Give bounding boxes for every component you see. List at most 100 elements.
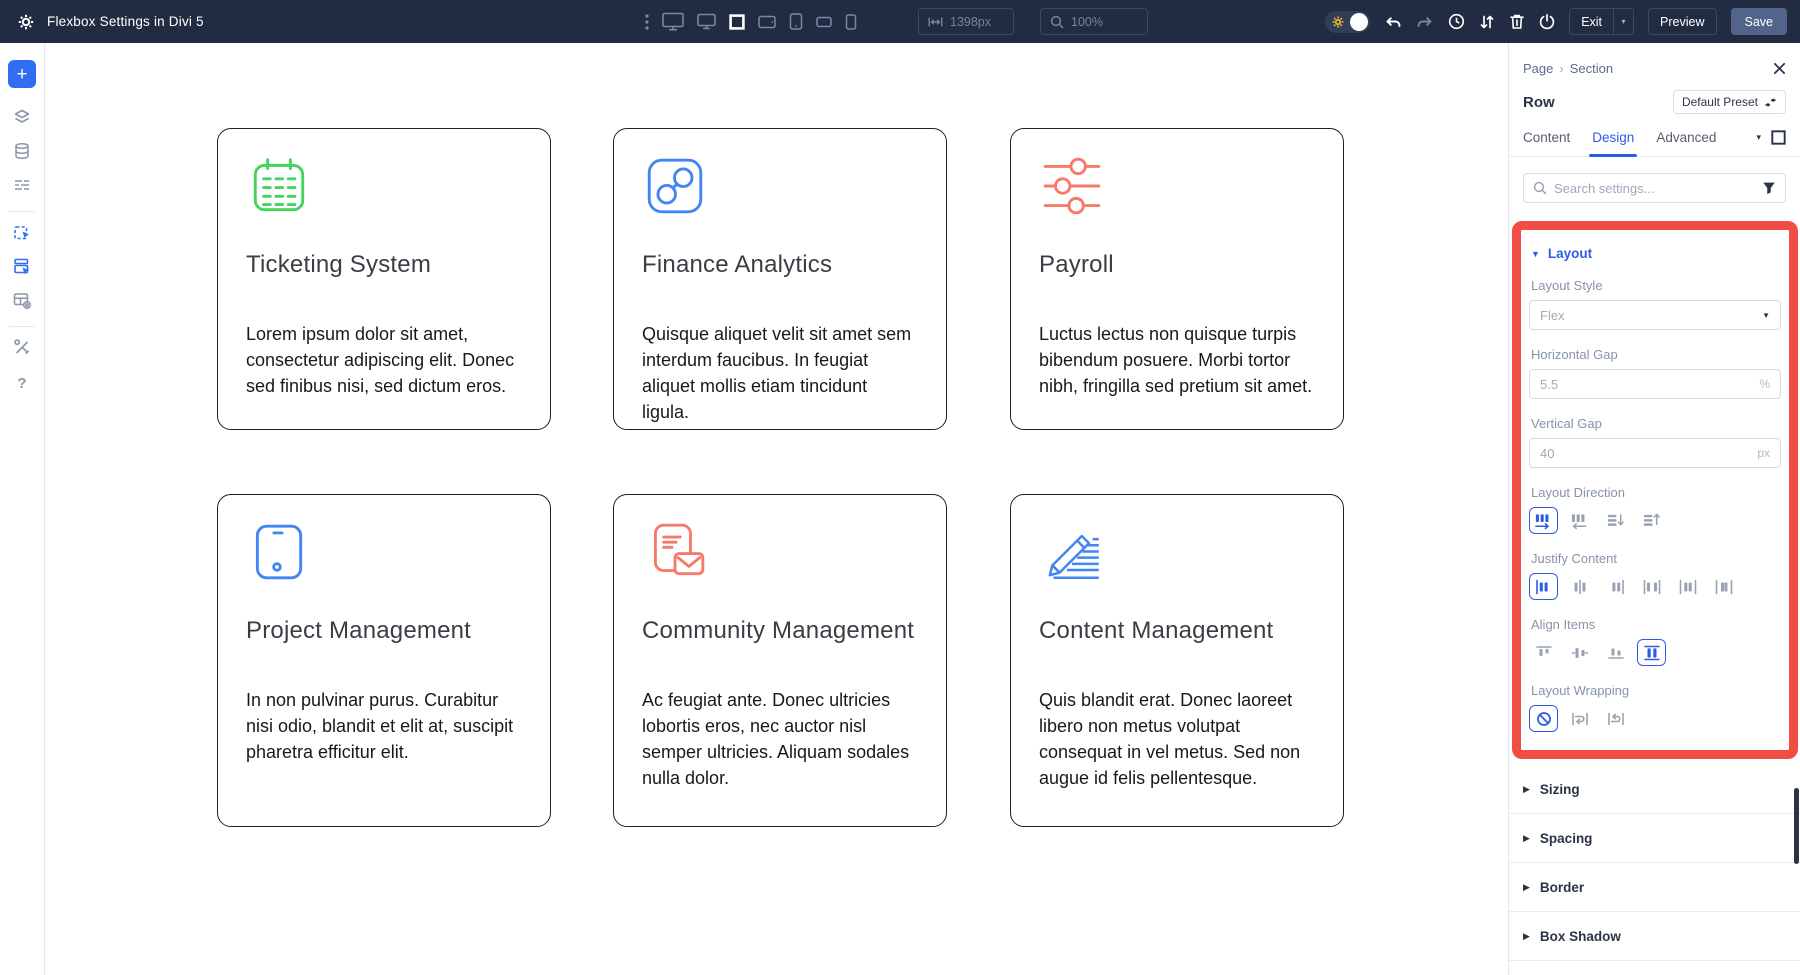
sort-arrows-icon[interactable] xyxy=(1479,14,1495,30)
tab-design[interactable]: Design xyxy=(1592,130,1634,145)
tab-advanced[interactable]: Advanced xyxy=(1656,130,1716,145)
align-center-icon[interactable] xyxy=(1565,639,1594,666)
preset-label: Default Preset xyxy=(1682,95,1758,109)
search-settings-input[interactable] xyxy=(1554,181,1755,196)
redo-icon[interactable] xyxy=(1416,14,1434,29)
preview-button[interactable]: Preview xyxy=(1648,8,1716,35)
gear-icon[interactable] xyxy=(18,14,34,30)
breadcrumb-parent[interactable]: Page xyxy=(1523,61,1553,76)
wrap-none-icon[interactable] xyxy=(1529,705,1558,732)
database-icon[interactable] xyxy=(10,139,34,163)
toggle-knob xyxy=(1350,13,1368,31)
desktop-icon[interactable] xyxy=(697,13,716,30)
caret-collapsed-icon: ▶ xyxy=(1523,833,1530,844)
card-community-management[interactable]: Community Management Ac feugiat ante. Do… xyxy=(613,494,947,827)
align-stretch-icon[interactable] xyxy=(1637,639,1666,666)
page-canvas[interactable]: Ticketing System Lorem ipsum dolor sit a… xyxy=(45,43,1508,975)
tablet-portrait-icon[interactable] xyxy=(789,13,803,30)
history-icon[interactable] xyxy=(1448,13,1465,30)
layout-highlight-box: ▼ Layout Layout Style Flex ▼ Horizontal … xyxy=(1512,221,1798,759)
more-menu-icon[interactable] xyxy=(645,14,649,30)
horizontal-gap-label: Horizontal Gap xyxy=(1531,347,1779,362)
pencil-lines-icon xyxy=(1039,519,1315,585)
select-module-icon[interactable] xyxy=(10,220,34,244)
card-content-management[interactable]: Content Management Quis blandit erat. Do… xyxy=(1010,494,1344,827)
panel-scrollbar[interactable] xyxy=(1794,788,1799,864)
save-button[interactable]: Save xyxy=(1731,8,1788,35)
wrap-icon[interactable] xyxy=(1565,705,1594,732)
add-module-button[interactable]: + xyxy=(8,60,36,88)
justify-space-evenly-icon[interactable] xyxy=(1709,573,1738,600)
section-spacing[interactable]: ▶ Spacing xyxy=(1509,814,1800,863)
element-header: Row Default Preset xyxy=(1509,90,1800,114)
card-title: Payroll xyxy=(1039,251,1315,279)
vertical-gap-input[interactable] xyxy=(1540,446,1757,461)
default-preset-button[interactable]: Default Preset xyxy=(1673,90,1786,114)
section-border[interactable]: ▶ Border xyxy=(1509,863,1800,912)
undo-icon[interactable] xyxy=(1384,14,1402,29)
preset-sliders-icon xyxy=(1764,96,1777,109)
direction-column-reverse-icon[interactable] xyxy=(1637,507,1666,534)
card-ticketing-system[interactable]: Ticketing System Lorem ipsum dolor sit a… xyxy=(217,128,551,430)
tab-content[interactable]: Content xyxy=(1523,130,1570,145)
exit-button[interactable]: Exit ▾ xyxy=(1569,8,1634,35)
justify-center-icon[interactable] xyxy=(1565,573,1594,600)
tablet-landscape-icon[interactable] xyxy=(758,15,776,29)
direction-row-icon[interactable] xyxy=(1529,507,1558,534)
gear-icon xyxy=(1332,16,1344,28)
horizontal-gap-unit: % xyxy=(1759,377,1770,391)
card-finance-analytics[interactable]: Finance Analytics Quisque aliquet velit … xyxy=(613,128,947,430)
direction-column-icon[interactable] xyxy=(1601,507,1630,534)
wireframe-view-icon[interactable] xyxy=(10,173,34,197)
wrap-reverse-icon[interactable] xyxy=(1601,705,1630,732)
card-body: Quisque aliquet velit sit amet sem inter… xyxy=(642,321,918,425)
breadcrumb-current[interactable]: Section xyxy=(1570,61,1613,76)
canvas-width-input[interactable] xyxy=(950,15,1004,29)
canvas-zoom-input[interactable] xyxy=(1071,15,1138,29)
chevron-down-icon[interactable]: ▾ xyxy=(1613,9,1633,34)
filter-funnel-icon[interactable] xyxy=(1762,181,1776,195)
preview-label: Preview xyxy=(1649,15,1715,29)
help-icon[interactable]: ? xyxy=(10,371,34,395)
layout-style-select[interactable]: Flex ▼ xyxy=(1529,300,1781,330)
align-items-label: Align Items xyxy=(1531,617,1779,632)
tabs-caret-icon[interactable]: ▾ xyxy=(1756,132,1761,143)
builder-mode-toggle[interactable] xyxy=(1325,11,1370,33)
topbar-actions: Exit ▾ Preview Save xyxy=(1325,0,1787,43)
phone-portrait-icon[interactable] xyxy=(845,14,857,30)
power-icon[interactable] xyxy=(1539,13,1555,30)
trash-icon[interactable] xyxy=(1509,13,1525,30)
responsive-frame-icon[interactable] xyxy=(1771,130,1786,145)
card-body: In non pulvinar purus. Curabitur nisi od… xyxy=(246,687,522,765)
card-title: Project Management xyxy=(246,617,522,645)
card-body: Ac feugiat ante. Donec ultricies loborti… xyxy=(642,687,918,791)
tools-icon[interactable] xyxy=(10,335,34,359)
layout-wrapping-label: Layout Wrapping xyxy=(1531,683,1779,698)
phone-landscape-icon[interactable] xyxy=(816,16,832,28)
justify-end-icon[interactable] xyxy=(1601,573,1630,600)
align-baseline-icon[interactable] xyxy=(1601,639,1630,666)
layout-section-header[interactable]: ▼ Layout xyxy=(1531,246,1592,261)
justify-space-around-icon[interactable] xyxy=(1673,573,1702,600)
link-icon xyxy=(642,153,918,219)
card-project-management[interactable]: Project Management In non pulvinar purus… xyxy=(217,494,551,827)
select-section-icon[interactable] xyxy=(10,254,34,278)
horizontal-gap-input[interactable] xyxy=(1540,377,1759,392)
justify-start-icon[interactable] xyxy=(1529,573,1558,600)
direction-row-reverse-icon[interactable] xyxy=(1565,507,1594,534)
layout-library-icon[interactable] xyxy=(10,288,34,312)
section-box-shadow[interactable]: ▶ Box Shadow xyxy=(1509,912,1800,961)
align-start-icon[interactable] xyxy=(1529,639,1558,666)
horizontal-gap-field: % xyxy=(1529,369,1781,399)
section-sizing[interactable]: ▶ Sizing xyxy=(1509,765,1800,814)
card-payroll[interactable]: Payroll Luctus lectus non quisque turpis… xyxy=(1010,128,1344,430)
desktop-large-icon[interactable] xyxy=(662,12,684,31)
close-icon[interactable] xyxy=(1773,62,1786,75)
canvas-zoom-field xyxy=(1040,8,1148,35)
card-body: Luctus lectus non quisque turpis bibendu… xyxy=(1039,321,1315,399)
layout-direction-label: Layout Direction xyxy=(1531,485,1779,500)
full-view-icon[interactable] xyxy=(729,14,745,30)
justify-space-between-icon[interactable] xyxy=(1637,573,1666,600)
caret-collapsed-icon: ▶ xyxy=(1523,931,1530,942)
layers-icon[interactable] xyxy=(10,105,34,129)
